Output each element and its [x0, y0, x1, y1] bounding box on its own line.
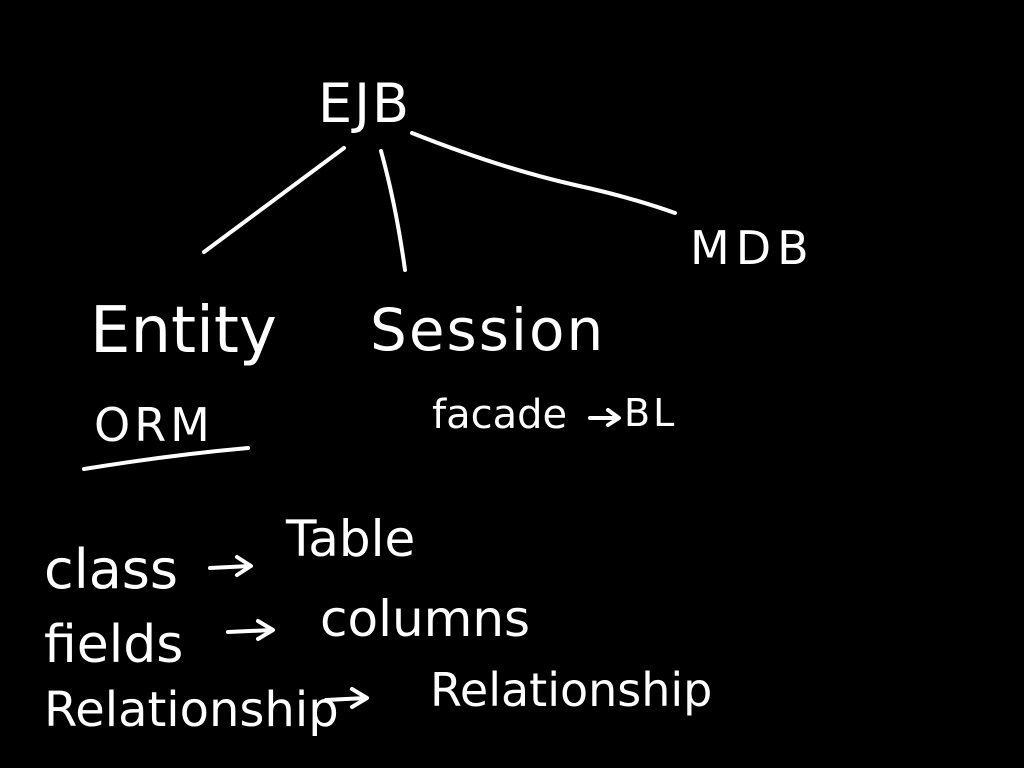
arrow-icon: [208, 555, 253, 577]
bl-label: BL: [624, 391, 677, 435]
mapping-to-relationship: Relationship: [430, 663, 712, 717]
mapping-from-fields: fields: [44, 615, 183, 675]
edge-ejb-entity: [202, 146, 346, 254]
mapping-to-columns: columns: [320, 590, 530, 648]
mapping-from-class: class: [44, 538, 178, 601]
mapping-to-table: Table: [285, 510, 415, 568]
facade-label: facade: [432, 392, 567, 438]
node-entity: Entity: [90, 294, 277, 368]
node-session: Session: [370, 296, 605, 364]
node-mdb: MDB: [690, 221, 815, 275]
arrow-icon: [588, 408, 621, 427]
edge-ejb-session: [379, 149, 407, 272]
root-node-ejb: EJB: [318, 72, 411, 135]
arrow-icon: [226, 619, 275, 641]
mapping-from-relationship: Relationship: [44, 682, 339, 738]
orm-label: ORM: [94, 398, 214, 452]
edge-ejb-mdb: [410, 131, 677, 215]
whiteboard-canvas: EJB Entity Session MDB ORM facade BL cla…: [0, 0, 1024, 768]
